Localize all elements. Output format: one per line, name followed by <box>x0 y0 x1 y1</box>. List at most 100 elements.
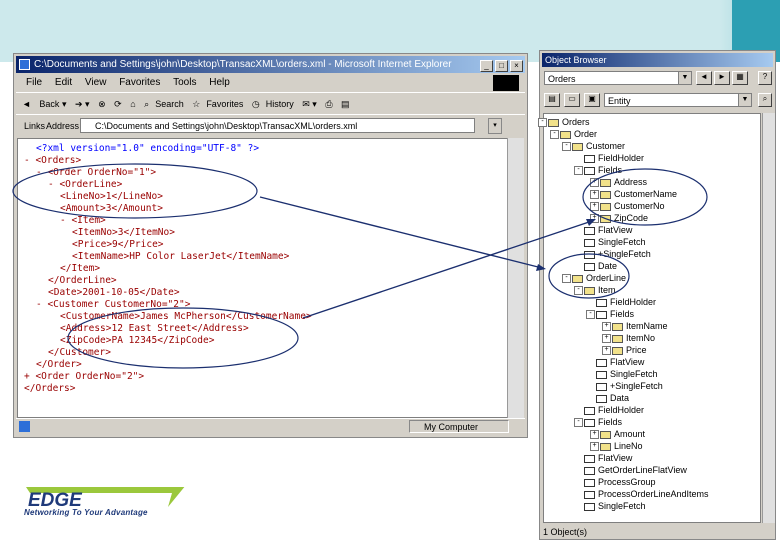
tree-node[interactable]: LineNo <box>600 440 643 452</box>
address-dropdown-button[interactable]: ▾ <box>488 118 502 134</box>
tree-node[interactable]: GetOrderLineFlatView <box>584 464 687 476</box>
tree-node[interactable]: Orders <box>548 116 590 128</box>
tree-node[interactable]: OrderLine <box>572 272 626 284</box>
tree-expander[interactable]: + <box>590 430 599 439</box>
ie-status-bar: My Computer <box>16 418 525 435</box>
ie-vertical-scrollbar[interactable] <box>507 138 524 418</box>
xml-line[interactable]: - <Order OrderNo="1"> <box>36 167 156 178</box>
xml-line[interactable]: - <Item> <box>60 215 106 226</box>
tree-node[interactable]: Data <box>596 392 629 404</box>
tree-node[interactable]: FlatView <box>584 452 632 464</box>
tree-node[interactable]: ItemName <box>612 320 668 332</box>
mail-icon[interactable]: ✉ ▾ <box>302 93 317 115</box>
menu-edit[interactable]: Edit <box>55 74 72 92</box>
tree-node[interactable]: Order <box>560 128 597 140</box>
close-button[interactable]: × <box>510 60 523 72</box>
back-button[interactable]: ◄ Back ▾ <box>22 93 66 115</box>
tree-expander[interactable]: - <box>574 286 583 295</box>
tree-node-label: LineNo <box>614 441 643 451</box>
history-button[interactable]: ◷ History <box>252 93 294 115</box>
tree-node[interactable]: FlatView <box>596 356 644 368</box>
xml-line[interactable]: - <OrderLine> <box>48 179 122 190</box>
tree-expander[interactable]: - <box>538 118 547 127</box>
tree-node[interactable]: Fields <box>584 416 622 428</box>
menu-file[interactable]: File <box>26 74 42 92</box>
tree-node[interactable]: ZipCode <box>600 212 648 224</box>
tree-node[interactable]: Date <box>584 260 617 272</box>
ob-help-button[interactable]: ? <box>758 71 772 85</box>
xml-line[interactable]: + <Order OrderNo="2"> <box>24 371 144 382</box>
tree-node[interactable]: CustomerName <box>600 188 677 200</box>
chevron-down-icon[interactable]: ▼ <box>678 72 691 84</box>
tree-node[interactable]: ProcessGroup <box>584 476 656 488</box>
tree-node[interactable]: Fields <box>584 164 622 176</box>
edit-icon[interactable]: ▤ <box>341 93 350 115</box>
tree-node[interactable]: Amount <box>600 428 645 440</box>
tree-node[interactable]: SingleFetch <box>596 368 658 380</box>
ob-forward-button[interactable]: ► <box>714 71 730 85</box>
tree-expander[interactable]: + <box>602 322 611 331</box>
tree-expander[interactable]: - <box>574 418 583 427</box>
ob-kind-select[interactable]: Entity ▼ <box>604 93 752 107</box>
menu-view[interactable]: View <box>85 74 107 92</box>
ob-filter-button-2[interactable]: ▭ <box>564 93 580 107</box>
ob-project-select[interactable]: Orders ▼ <box>544 71 692 85</box>
search-button[interactable]: ⌕ Search <box>144 93 184 115</box>
tree-node[interactable]: ProcessOrderLineAndItems <box>584 488 709 500</box>
tree-expander[interactable]: + <box>590 214 599 223</box>
stop-icon[interactable]: ⊗ <box>98 93 106 115</box>
ob-filter-button-1[interactable]: ▤ <box>544 93 560 107</box>
tree-node[interactable]: Price <box>612 344 647 356</box>
chevron-down-icon[interactable]: ▼ <box>738 94 751 106</box>
tree-expander[interactable]: + <box>602 346 611 355</box>
tree-expander[interactable]: + <box>590 190 599 199</box>
tree-node-label: FieldHolder <box>598 405 645 415</box>
menu-help[interactable]: Help <box>209 74 230 92</box>
tree-expander[interactable]: - <box>550 130 559 139</box>
tree-node[interactable]: +SingleFetch <box>596 380 663 392</box>
tree-expander[interactable]: + <box>590 178 599 187</box>
print-icon[interactable]: ⎙ <box>325 93 332 115</box>
tree-node[interactable]: SingleFetch <box>584 236 646 248</box>
tree-node[interactable]: CustomerNo <box>600 200 665 212</box>
tree-node[interactable]: Customer <box>572 140 625 152</box>
tree-expander[interactable]: + <box>590 442 599 451</box>
tree-expander[interactable]: - <box>574 166 583 175</box>
ie-title-bar[interactable]: C:\Documents and Settings\john\Desktop\T… <box>16 56 525 73</box>
tree-node-label: Data <box>610 393 630 403</box>
tree-node[interactable]: FieldHolder <box>584 404 644 416</box>
ob-copy-button[interactable]: ▦ <box>732 71 748 85</box>
ob-back-button[interactable]: ◄ <box>696 71 712 85</box>
xml-line[interactable]: - <Orders> <box>24 155 81 166</box>
tree-expander[interactable]: - <box>562 142 571 151</box>
menu-tools[interactable]: Tools <box>173 74 196 92</box>
refresh-icon[interactable]: ⟳ <box>114 93 122 115</box>
home-icon[interactable]: ⌂ <box>130 93 135 115</box>
ob-title-bar[interactable]: Object Browser <box>542 53 773 67</box>
ob-filter-button-3[interactable]: ▣ <box>584 93 600 107</box>
minimize-button[interactable]: _ <box>480 60 493 72</box>
ob-search-button[interactable]: ⌕ <box>758 93 772 107</box>
tree-node[interactable]: FlatView <box>584 224 632 236</box>
tree-expander[interactable]: - <box>586 310 595 319</box>
favorites-button[interactable]: ☆ Favorites <box>192 93 243 115</box>
tree-expander[interactable]: - <box>562 274 571 283</box>
tree-node[interactable]: SingleFetch <box>584 500 646 512</box>
tree-expander[interactable]: + <box>590 202 599 211</box>
tree-node[interactable]: +SingleFetch <box>584 248 651 260</box>
menu-favorites[interactable]: Favorites <box>119 74 160 92</box>
maximize-button[interactable]: □ <box>495 60 508 72</box>
ob-vertical-scrollbar[interactable] <box>762 113 775 523</box>
tree-node[interactable]: Fields <box>596 308 634 320</box>
links-label[interactable]: Links <box>24 115 45 137</box>
tree-node[interactable]: FieldHolder <box>584 152 644 164</box>
forward-button[interactable]: ➔ ▾ <box>75 93 90 115</box>
xml-line[interactable]: - <Customer CustomerNo="2"> <box>36 299 190 310</box>
tree-node[interactable]: Item <box>584 284 616 296</box>
tree-expander[interactable]: + <box>602 334 611 343</box>
tree-node[interactable]: Address <box>600 176 647 188</box>
ie-title-text: C:\Documents and Settings\john\Desktop\T… <box>34 59 452 70</box>
tree-node[interactable]: FieldHolder <box>596 296 656 308</box>
tree-node[interactable]: ItemNo <box>612 332 655 344</box>
address-field[interactable]: C:\Documents and Settings\john\Desktop\T… <box>80 118 475 133</box>
